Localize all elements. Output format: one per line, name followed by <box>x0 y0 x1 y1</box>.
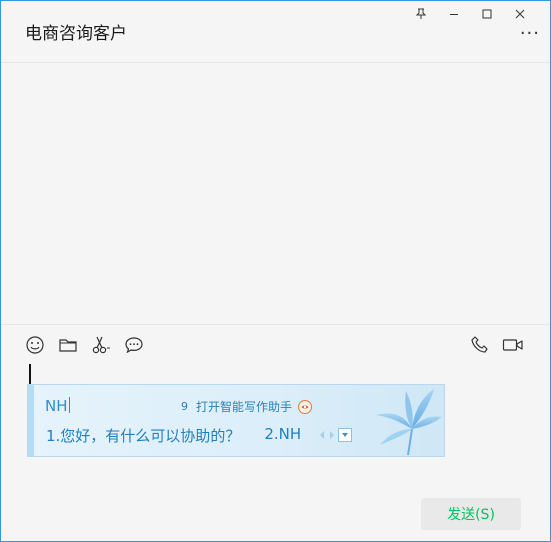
emoji-icon[interactable] <box>25 335 45 355</box>
ime-stripe <box>28 385 34 456</box>
ime-candidate-window[interactable]: NH 9 打开智能写作助手 1.您好，有什么可以协助的？ 2.NH <box>27 384 445 457</box>
ime-candidate-2[interactable]: 2.NH <box>264 425 301 446</box>
ime-assistant-hint[interactable]: 9 打开智能写作助手 <box>181 398 313 415</box>
prev-page-icon[interactable] <box>318 430 326 440</box>
more-options-button[interactable]: ··· <box>520 25 540 43</box>
close-icon[interactable] <box>503 5 536 23</box>
next-page-icon[interactable] <box>328 430 336 440</box>
ime-menu-dropdown-icon[interactable] <box>338 428 352 442</box>
ime-candidates: 1.您好，有什么可以协助的？ 2.NH <box>46 425 301 446</box>
text-cursor <box>29 364 31 384</box>
ime-composition: NH <box>45 397 70 415</box>
folder-icon[interactable] <box>58 335 78 355</box>
chat-title: 电商咨询客户 <box>25 24 127 44</box>
minimize-icon[interactable] <box>437 5 470 23</box>
pin-icon[interactable] <box>404 5 437 23</box>
message-area <box>1 63 550 324</box>
video-icon[interactable] <box>502 335 524 355</box>
scissors-icon[interactable] <box>91 335 111 355</box>
ime-nav <box>318 428 352 442</box>
ime-composition-text: NH <box>45 397 68 415</box>
maximize-icon[interactable] <box>470 5 503 23</box>
chat-bubble-icon[interactable] <box>124 335 144 355</box>
ime-caret <box>68 397 70 413</box>
send-button[interactable]: 发送(S) <box>421 498 521 530</box>
flower-skin-decoration <box>376 389 442 456</box>
window-controls <box>404 5 536 23</box>
ime-hint-label: 打开智能写作助手 <box>196 400 293 414</box>
input-divider <box>1 324 550 325</box>
phone-icon[interactable] <box>470 335 490 355</box>
chat-window: 电商咨询客户 ··· NH 9 打开智能写作助手 1.您好，有什么可以协助的？ … <box>0 0 551 542</box>
ime-candidate-1[interactable]: 1.您好，有什么可以协助的？ <box>46 425 240 446</box>
assistant-badge-icon <box>298 399 313 414</box>
call-toolbar <box>470 335 524 355</box>
input-toolbar <box>25 335 144 355</box>
ime-hint-number: 9 <box>181 400 188 413</box>
